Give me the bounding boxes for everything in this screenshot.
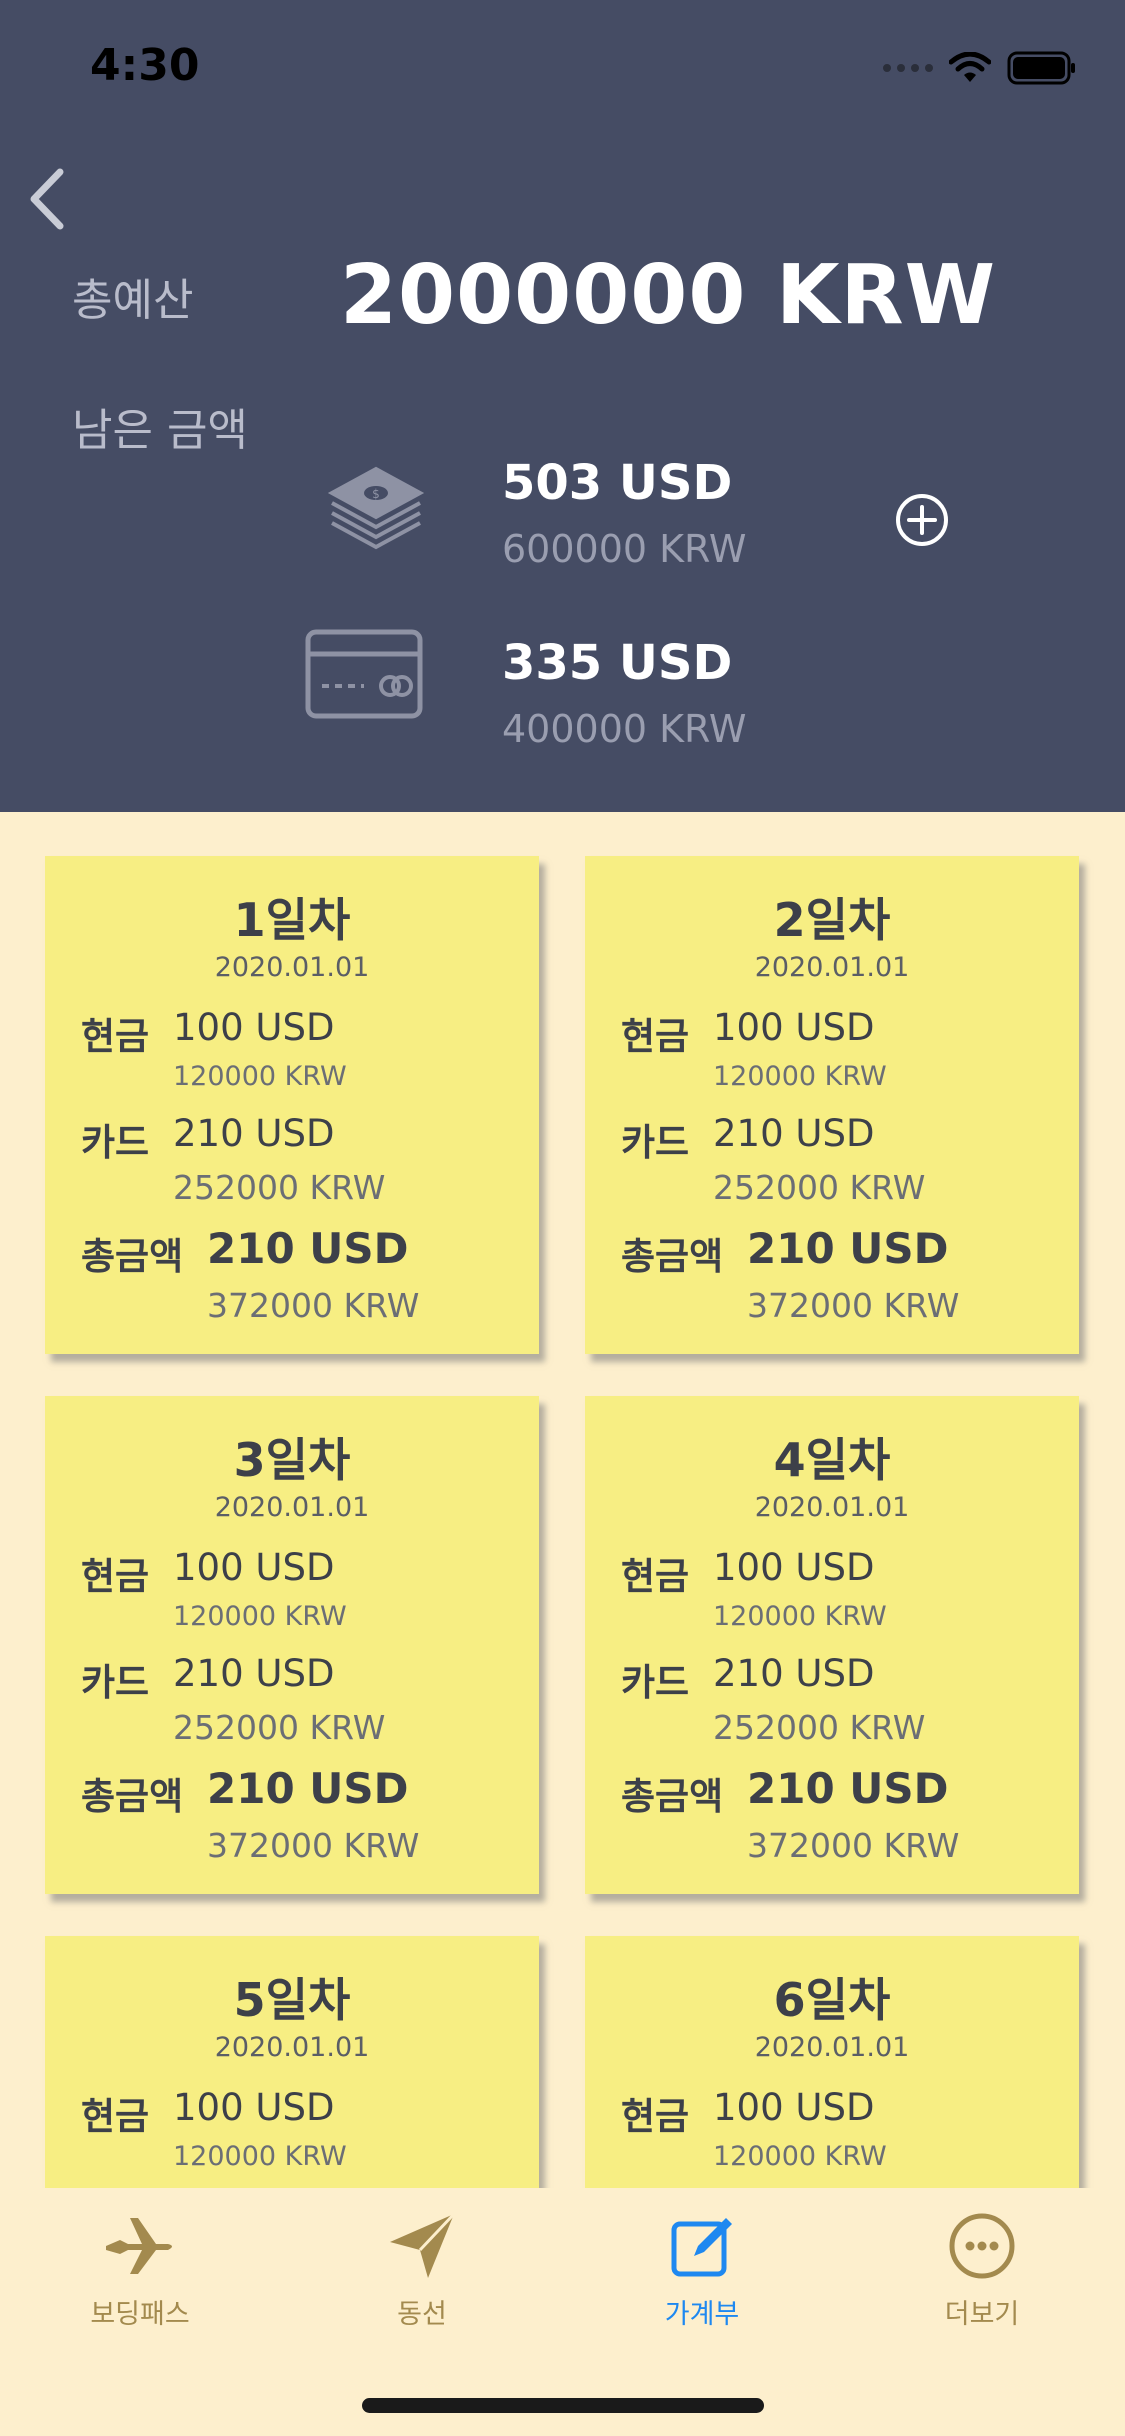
more-circle-icon: [949, 2213, 1015, 2279]
card-label: 카드: [621, 1661, 690, 1704]
total-usd: 210 USD: [747, 1764, 949, 1813]
tab-account-book[interactable]: 가계부: [612, 2210, 792, 2331]
tab-label: 더보기: [944, 2299, 1020, 2330]
card-label: 카드: [81, 1661, 150, 1704]
cash-krw: 120000 KRW: [173, 1061, 347, 1092]
home-indicator[interactable]: [362, 2398, 764, 2413]
day-card[interactable]: 6일차 2020.01.01 현금 100 USD 120000 KRW: [585, 1936, 1079, 2188]
day-title: 2일차: [773, 893, 891, 947]
tab-boarding-pass[interactable]: 보딩패스: [50, 2210, 230, 2331]
card-usd: 210 USD: [173, 1112, 335, 1155]
cash-krw: 120000 KRW: [173, 2141, 347, 2172]
cash-label: 현금: [621, 1555, 690, 1598]
cash-balance-krw: 600000 KRW: [502, 527, 747, 571]
tab-label: 보딩패스: [90, 2299, 190, 2330]
total-budget-label: 총예산: [72, 275, 194, 326]
day-cards-grid[interactable]: 1일차 2020.01.01 현금 100 USD 120000 KRW 카드 …: [0, 812, 1125, 2188]
cash-usd: 100 USD: [173, 1546, 335, 1589]
budget-header: 4:30 총예산 2000000 KRW 남은 금액 $ 503 USD 600…: [0, 0, 1125, 812]
cash-krw: 120000 KRW: [173, 1601, 347, 1632]
total-krw: 372000 KRW: [747, 1826, 960, 1865]
day-card[interactable]: 1일차 2020.01.01 현금 100 USD 120000 KRW 카드 …: [45, 856, 539, 1354]
day-title: 1일차: [233, 893, 351, 947]
back-chevron-icon[interactable]: [20, 164, 80, 234]
airplane-icon: [106, 2218, 172, 2274]
svg-text:$: $: [372, 487, 380, 501]
credit-card-icon: [305, 629, 423, 719]
cash-balance-usd: 503 USD: [502, 455, 733, 511]
day-card[interactable]: 4일차 2020.01.01 현금 100 USD 120000 KRW 카드 …: [585, 1396, 1079, 1894]
cash-label: 현금: [81, 1555, 150, 1598]
remaining-amount-label: 남은 금액: [72, 405, 248, 456]
day-date: 2020.01.01: [214, 952, 370, 983]
tab-label: 가계부: [664, 2299, 740, 2330]
cash-usd: 100 USD: [713, 1006, 875, 1049]
day-date: 2020.01.01: [214, 1492, 370, 1523]
total-usd: 210 USD: [747, 1224, 949, 1273]
wifi-icon: [949, 52, 991, 82]
card-usd: 210 USD: [713, 1112, 875, 1155]
status-time: 4:30: [90, 40, 200, 91]
total-label: 총금액: [81, 1235, 184, 1278]
total-krw: 372000 KRW: [207, 1286, 420, 1325]
tab-route[interactable]: 동선: [332, 2210, 512, 2331]
tab-more[interactable]: 더보기: [892, 2210, 1072, 2331]
day-title: 3일차: [233, 1433, 351, 1487]
day-title: 4일차: [773, 1433, 891, 1487]
cash-usd: 100 USD: [713, 1546, 875, 1589]
card-balance-usd: 335 USD: [502, 635, 733, 691]
total-label: 총금액: [81, 1775, 184, 1818]
card-usd: 210 USD: [713, 1652, 875, 1695]
cash-krw: 120000 KRW: [713, 1601, 887, 1632]
card-krw: 252000 KRW: [173, 1168, 386, 1207]
total-usd: 210 USD: [207, 1224, 409, 1273]
card-balance-krw: 400000 KRW: [502, 707, 747, 751]
day-title: 6일차: [773, 1973, 891, 2027]
cellular-signal-icon: [883, 64, 933, 72]
total-krw: 372000 KRW: [207, 1826, 420, 1865]
paper-plane-icon: [390, 2212, 456, 2278]
day-date: 2020.01.01: [754, 2032, 910, 2063]
day-card[interactable]: 3일차 2020.01.01 현금 100 USD 120000 KRW 카드 …: [45, 1396, 539, 1894]
total-usd: 210 USD: [207, 1764, 409, 1813]
cash-usd: 100 USD: [173, 1006, 335, 1049]
total-budget-amount: 2000000 KRW: [340, 248, 997, 343]
status-icons: [883, 48, 1077, 88]
tab-label: 동선: [397, 2299, 447, 2330]
day-card[interactable]: 2일차 2020.01.01 현금 100 USD 120000 KRW 카드 …: [585, 856, 1079, 1354]
cash-label: 현금: [621, 1015, 690, 1058]
card-krw: 252000 KRW: [713, 1168, 926, 1207]
total-label: 총금액: [621, 1775, 724, 1818]
cash-krw: 120000 KRW: [713, 1061, 887, 1092]
battery-icon: [1007, 51, 1075, 85]
cash-stack-icon: $: [327, 466, 425, 550]
cash-usd: 100 USD: [173, 2086, 335, 2129]
day-card[interactable]: 5일차 2020.01.01 현금 100 USD 120000 KRW: [45, 1936, 539, 2188]
cash-usd: 100 USD: [713, 2086, 875, 2129]
total-krw: 372000 KRW: [747, 1286, 960, 1325]
card-krw: 252000 KRW: [713, 1708, 926, 1747]
card-krw: 252000 KRW: [173, 1708, 386, 1747]
card-usd: 210 USD: [173, 1652, 335, 1695]
cash-label: 현금: [81, 2095, 150, 2138]
cash-label: 현금: [621, 2095, 690, 2138]
day-date: 2020.01.01: [214, 2032, 370, 2063]
edit-square-icon: [671, 2218, 732, 2277]
card-label: 카드: [621, 1121, 690, 1164]
add-circle-icon[interactable]: [894, 492, 950, 548]
cash-krw: 120000 KRW: [713, 2141, 887, 2172]
cash-label: 현금: [81, 1015, 150, 1058]
day-date: 2020.01.01: [754, 952, 910, 983]
day-date: 2020.01.01: [754, 1492, 910, 1523]
day-title: 5일차: [233, 1973, 351, 2027]
card-label: 카드: [81, 1121, 150, 1164]
total-label: 총금액: [621, 1235, 724, 1278]
